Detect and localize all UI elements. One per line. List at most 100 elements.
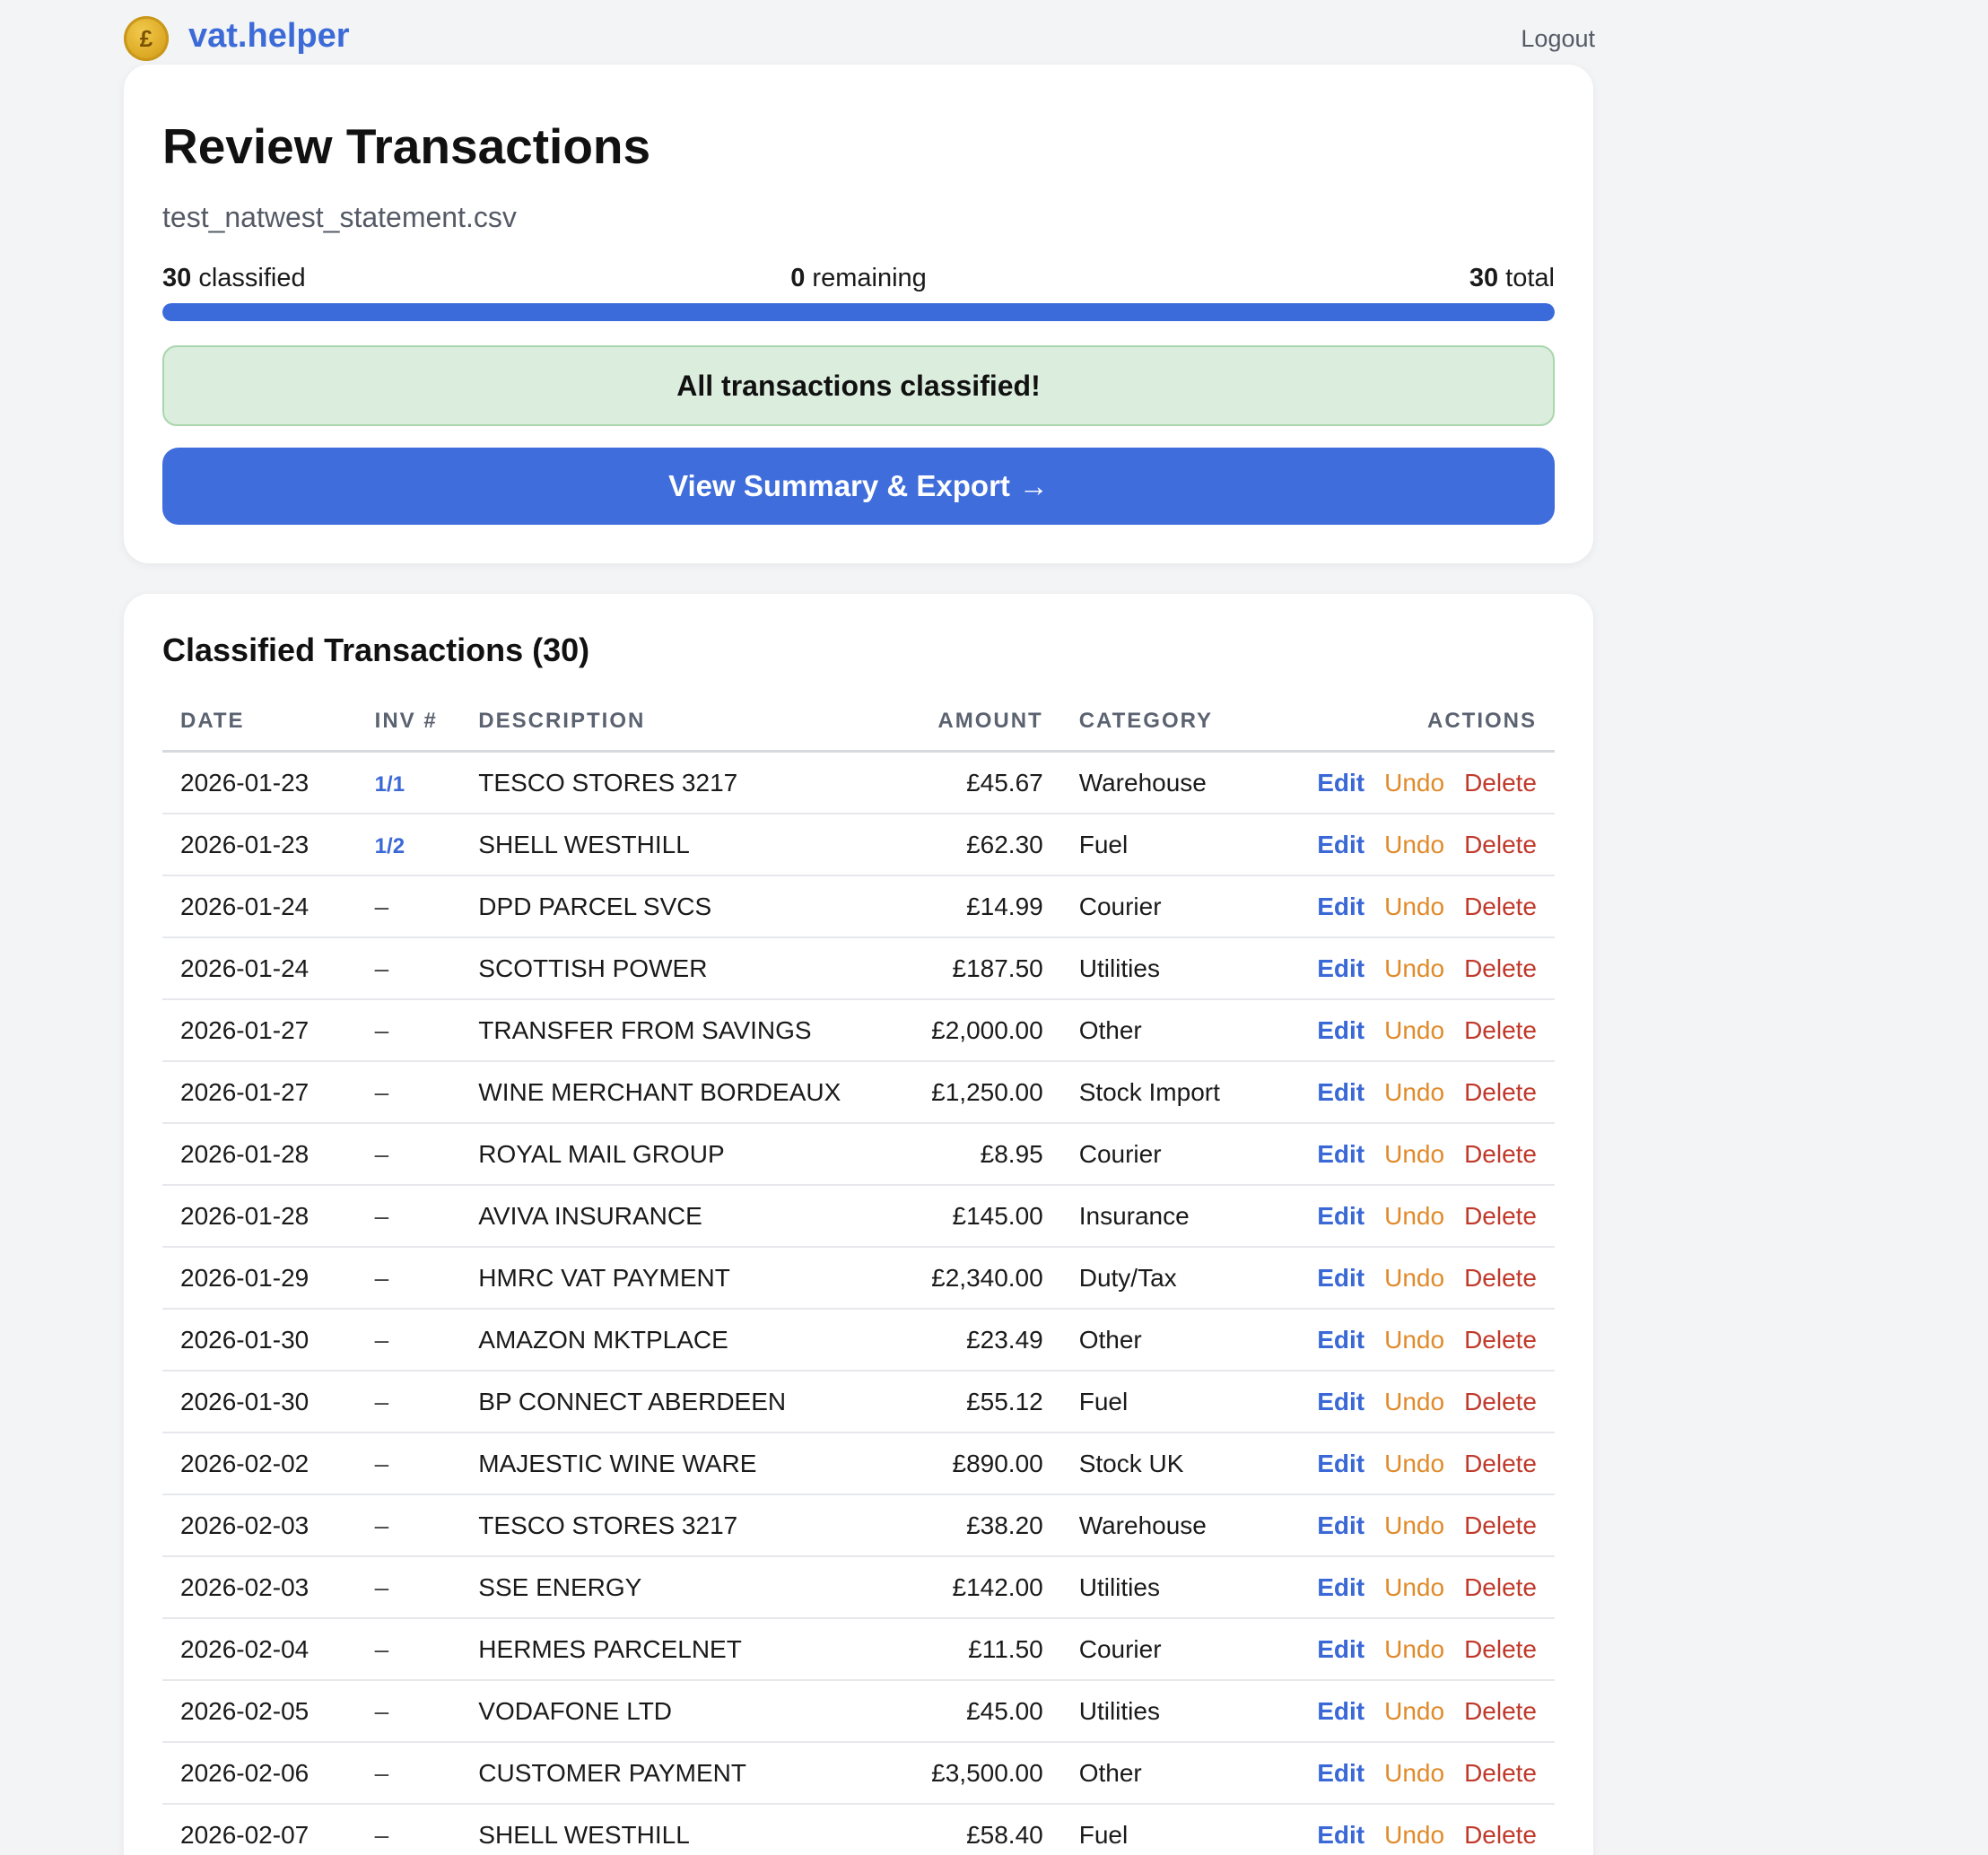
- edit-button[interactable]: Edit: [1317, 1388, 1365, 1416]
- cell-description: TESCO STORES 3217: [460, 1494, 914, 1557]
- undo-button[interactable]: Undo: [1384, 1326, 1444, 1354]
- cell-actions: Edit Undo Delete: [1279, 875, 1555, 938]
- edit-button[interactable]: Edit: [1317, 893, 1365, 921]
- column-header-description[interactable]: DESCRIPTION: [460, 692, 914, 753]
- delete-button[interactable]: Delete: [1464, 831, 1537, 859]
- column-header-category[interactable]: CATEGORY: [1060, 692, 1280, 753]
- edit-button[interactable]: Edit: [1317, 1697, 1365, 1726]
- delete-button[interactable]: Delete: [1464, 1388, 1537, 1416]
- undo-button[interactable]: Undo: [1384, 1511, 1444, 1540]
- edit-button[interactable]: Edit: [1317, 769, 1365, 797]
- edit-button[interactable]: Edit: [1317, 1573, 1365, 1602]
- edit-button[interactable]: Edit: [1317, 831, 1365, 859]
- table-row: 2026-02-07– SHELL WESTHILL £58.40 Fuel Edit U…: [162, 1804, 1555, 1855]
- undo-button[interactable]: Undo: [1384, 831, 1444, 859]
- cell-actions: Edit Undo Delete: [1279, 1061, 1555, 1124]
- undo-button[interactable]: Undo: [1384, 954, 1444, 983]
- delete-button[interactable]: Delete: [1464, 893, 1537, 921]
- undo-button[interactable]: Undo: [1384, 1264, 1444, 1293]
- undo-button[interactable]: Undo: [1384, 1016, 1444, 1045]
- column-header-date[interactable]: DATE: [162, 692, 357, 753]
- cell-category: Fuel: [1060, 1804, 1280, 1855]
- delete-button[interactable]: Delete: [1464, 1573, 1537, 1602]
- cell-date: 2026-01-28: [162, 1185, 357, 1248]
- edit-button[interactable]: Edit: [1317, 1078, 1365, 1107]
- edit-button[interactable]: Edit: [1317, 1511, 1365, 1540]
- edit-button[interactable]: Edit: [1317, 1140, 1365, 1169]
- cell-amount: £58.40: [913, 1804, 1061, 1855]
- cell-category: Courier: [1060, 875, 1280, 938]
- stat-remaining: 0 remaining: [790, 264, 927, 293]
- cell-date: 2026-02-03: [162, 1494, 357, 1557]
- undo-button[interactable]: Undo: [1384, 1140, 1444, 1169]
- edit-button[interactable]: Edit: [1317, 1016, 1365, 1045]
- delete-button[interactable]: Delete: [1464, 1326, 1537, 1354]
- delete-button[interactable]: Delete: [1464, 1140, 1537, 1169]
- cell-date: 2026-01-29: [162, 1247, 357, 1310]
- undo-button[interactable]: Undo: [1384, 1759, 1444, 1788]
- success-banner: All transactions classified!: [162, 345, 1555, 426]
- cell-description: ROYAL MAIL GROUP: [460, 1123, 914, 1186]
- delete-button[interactable]: Delete: [1464, 769, 1537, 797]
- undo-button[interactable]: Undo: [1384, 1821, 1444, 1850]
- delete-button[interactable]: Delete: [1464, 1016, 1537, 1045]
- delete-button[interactable]: Delete: [1464, 1202, 1537, 1231]
- invoice-empty: –: [374, 954, 389, 982]
- delete-button[interactable]: Delete: [1464, 1450, 1537, 1478]
- invoice-link[interactable]: 1/2: [375, 834, 405, 858]
- cell-amount: £890.00: [913, 1433, 1061, 1495]
- cell-amount: £1,250.00: [913, 1061, 1061, 1124]
- edit-button[interactable]: Edit: [1317, 1759, 1365, 1788]
- delete-button[interactable]: Delete: [1464, 1759, 1537, 1788]
- table-row: 2026-02-05– VODAFONE LTD £45.00 Utilities Ed…: [162, 1680, 1555, 1743]
- undo-button[interactable]: Undo: [1384, 893, 1444, 921]
- undo-button[interactable]: Undo: [1384, 1202, 1444, 1231]
- edit-button[interactable]: Edit: [1317, 1635, 1365, 1664]
- table-row: 2026-02-02– MAJESTIC WINE WARE £890.00 Stoc…: [162, 1433, 1555, 1495]
- delete-button[interactable]: Delete: [1464, 1264, 1537, 1293]
- cell-description: TRANSFER FROM SAVINGS: [460, 999, 914, 1062]
- invoice-link[interactable]: 1/1: [375, 772, 405, 797]
- cell-amount: £142.00: [913, 1556, 1061, 1619]
- column-header-amount[interactable]: AMOUNT: [913, 692, 1061, 753]
- pound-coin-logo-icon[interactable]: £: [124, 16, 169, 61]
- cell-amount: £2,000.00: [913, 999, 1061, 1062]
- brand-name[interactable]: vat.helper: [188, 13, 350, 59]
- delete-button[interactable]: Delete: [1464, 1078, 1537, 1107]
- delete-button[interactable]: Delete: [1464, 1635, 1537, 1664]
- cell-category: Utilities: [1060, 937, 1280, 1000]
- undo-button[interactable]: Undo: [1384, 1573, 1444, 1602]
- cell-amount: £38.20: [913, 1494, 1061, 1557]
- delete-button[interactable]: Delete: [1464, 954, 1537, 983]
- cell-amount: £23.49: [913, 1309, 1061, 1372]
- cell-actions: Edit Undo Delete: [1279, 814, 1555, 876]
- view-summary-export-button[interactable]: View Summary & Export →: [162, 448, 1555, 525]
- cell-amount: £14.99: [913, 875, 1061, 938]
- undo-button[interactable]: Undo: [1384, 1388, 1444, 1416]
- undo-button[interactable]: Undo: [1384, 1697, 1444, 1726]
- undo-button[interactable]: Undo: [1384, 769, 1444, 797]
- cell-amount: £62.30: [913, 814, 1061, 876]
- cell-category: Duty/Tax: [1060, 1247, 1280, 1310]
- column-header-inv[interactable]: INV #: [356, 692, 461, 753]
- logout-link[interactable]: Logout: [1521, 25, 1595, 53]
- undo-button[interactable]: Undo: [1384, 1078, 1444, 1107]
- edit-button[interactable]: Edit: [1317, 1821, 1365, 1850]
- transactions-table: DATE INV # DESCRIPTION AMOUNT CATEGORY A…: [162, 692, 1555, 1855]
- edit-button[interactable]: Edit: [1317, 1202, 1365, 1231]
- undo-button[interactable]: Undo: [1384, 1635, 1444, 1664]
- edit-button[interactable]: Edit: [1317, 1264, 1365, 1293]
- edit-button[interactable]: Edit: [1317, 1326, 1365, 1354]
- undo-button[interactable]: Undo: [1384, 1450, 1444, 1478]
- edit-button[interactable]: Edit: [1317, 954, 1365, 983]
- edit-button[interactable]: Edit: [1317, 1450, 1365, 1478]
- delete-button[interactable]: Delete: [1464, 1697, 1537, 1726]
- table-row: 2026-01-30– AMAZON MKTPLACE £23.49 Other Edi…: [162, 1309, 1555, 1372]
- cell-amount: £45.00: [913, 1680, 1061, 1743]
- cell-description: CUSTOMER PAYMENT: [460, 1742, 914, 1805]
- table-row: 2026-01-24– SCOTTISH POWER £187.50 Utilitie…: [162, 937, 1555, 1000]
- invoice-empty: –: [374, 1634, 389, 1663]
- delete-button[interactable]: Delete: [1464, 1511, 1537, 1540]
- cell-actions: Edit Undo Delete: [1279, 1680, 1555, 1743]
- delete-button[interactable]: Delete: [1464, 1821, 1537, 1850]
